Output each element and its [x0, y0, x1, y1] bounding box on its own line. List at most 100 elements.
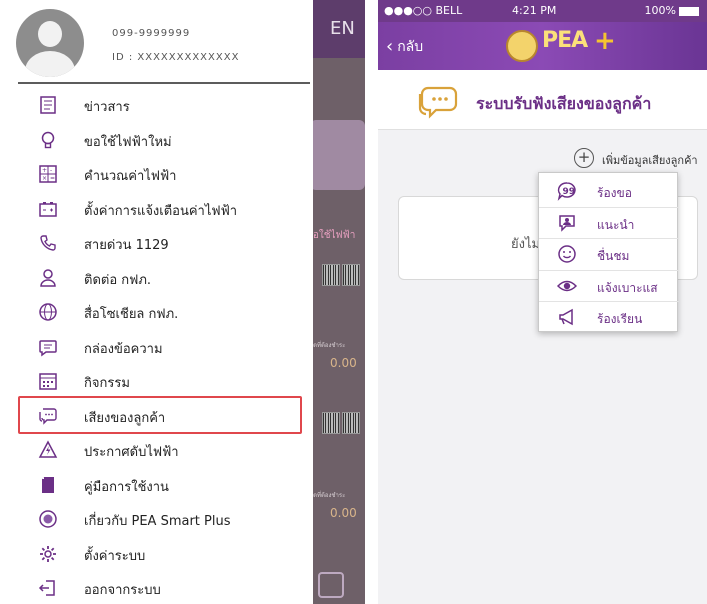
popup-menu-label: แนะนำ — [597, 217, 635, 232]
drawer-menu-label: ประกาศดับไฟฟ้า — [84, 445, 179, 460]
drawer-menu-label: คู่มือการใช้งาน — [84, 479, 169, 495]
plus-circle-icon: + — [574, 148, 594, 168]
drawer-menu-item[interactable]: ประกาศดับไฟฟ้า — [0, 433, 313, 467]
page-title: ระบบรับฟังเสียงของลูกค้า — [476, 94, 652, 113]
barcode-icon — [342, 412, 360, 434]
amount-value: 0.00 — [330, 506, 357, 520]
carrier-text: ●●●○○ BELL — [384, 4, 463, 17]
drawer-menu-label: ตั้งค่าการแจ้งเตือนค่าไฟฟ้า — [84, 203, 238, 219]
manual-icon — [42, 476, 54, 493]
side-drawer: 099-9999999 ID : XXXXXXXXXXXXX ข่าวสารขอ… — [0, 0, 313, 604]
popup-menu-label: ชื่นชม — [597, 249, 630, 263]
barcode-icon — [322, 412, 340, 434]
svg-text:+: + — [42, 167, 47, 174]
popup-menu-item[interactable]: 99 ร้องขอ — [539, 175, 679, 207]
globe-icon — [39, 303, 57, 321]
add-label: เพิ่มข้อมูลเสียงลูกค้า — [602, 154, 698, 167]
battery-icon — [679, 6, 699, 16]
eye-icon — [557, 280, 577, 291]
drawer-menu-item[interactable]: สายด่วน 1129 — [0, 226, 313, 260]
svg-text:=: = — [50, 175, 55, 182]
category-popup-menu: 99 ร้องขอแนะนำชื่นชมแจ้งเบาะแสร้องเรียน — [538, 172, 679, 333]
drawer-menu-label: ขอใช้ไฟฟ้าใหม่ — [84, 134, 172, 150]
quote-bubble-icon: 99 — [557, 182, 576, 201]
settings-gear-icon — [40, 545, 56, 562]
lightbulb-icon — [41, 131, 55, 148]
popup-menu-item[interactable]: ชื่นชม — [539, 238, 679, 270]
divider — [18, 82, 310, 84]
drawer-menu-label: ติดต่อ กฟภ. — [84, 272, 152, 288]
highlight-box — [18, 396, 302, 434]
drawer-menu-item[interactable]: ตั้งค่าการแจ้งเตือนค่าไฟฟ้า — [0, 192, 313, 226]
drawer-menu-label: กิจกรรม — [84, 376, 130, 391]
drawer-menu-label: ออกจากระบบ — [84, 583, 161, 598]
chat-bubble-icon — [418, 86, 458, 119]
status-bar: ●●●○○ BELL 4:21 PM 100% — [378, 0, 707, 22]
svg-text:×: × — [42, 175, 47, 182]
drawer-menu-item[interactable]: ขอใช้ไฟฟ้าใหม่ — [0, 123, 313, 157]
drawer-menu-item[interactable]: กิจกรรม — [0, 364, 313, 398]
barcode-icon — [322, 264, 340, 286]
popup-menu-label: ร้องขอ — [597, 186, 632, 200]
popup-menu-item[interactable]: แจ้งเบาะแส — [539, 270, 679, 302]
svg-text:-: - — [50, 167, 52, 174]
profile-id: ID : XXXXXXXXXXXXX — [112, 52, 240, 63]
drawer-menu-label: สายด่วน 1129 — [84, 238, 169, 253]
avatar — [16, 9, 84, 77]
drawer-menu-label: เกี่ยวกับ PEA Smart Plus — [84, 514, 231, 529]
pea-logo: PEA + — [506, 26, 626, 66]
pea-seal-icon — [506, 30, 538, 62]
drawer-menu-item[interactable]: ออกจากระบบ — [0, 571, 313, 604]
logo-text: PEA — [542, 28, 588, 53]
drawer-menu-item[interactable]: ติดต่อ กฟภ. — [0, 261, 313, 295]
navbar: ‹ กลับ PEA + — [378, 22, 707, 70]
message-icon — [39, 339, 57, 356]
background-tag: ขอใช้ไฟฟ้า — [306, 230, 356, 241]
left-screen: EN ขอใช้ไฟฟ้า ยอดที่ต้องชำระ 0.00 ยอดที่… — [0, 0, 365, 604]
drawer-menu-label: กล่องข้อความ — [84, 341, 163, 357]
calculator-icon: + -× = — [39, 165, 57, 183]
battery-text: 100% — [644, 4, 676, 17]
drawer-menu-item[interactable]: ข่าวสาร — [0, 88, 313, 122]
clock-text: 4:21 PM — [512, 4, 557, 17]
warning-lightning-icon — [38, 440, 58, 458]
megaphone-icon — [559, 308, 573, 326]
contact-person-icon — [40, 268, 56, 287]
background-banner-image — [310, 120, 365, 190]
home-icon[interactable] — [318, 572, 344, 598]
plus-icon: + — [594, 26, 616, 56]
drawer-menu-item[interactable]: คู่มือการใช้งาน — [0, 468, 313, 502]
drawer-menu-label: คำนวณค่าไฟฟ้า — [84, 169, 177, 184]
right-screen: ●●●○○ BELL 4:21 PM 100% ‹ กลับ PEA + ระบบ… — [378, 0, 707, 604]
popup-menu-item[interactable]: แนะนำ — [539, 207, 679, 239]
back-button[interactable]: ‹ กลับ — [386, 36, 423, 58]
smiley-icon — [558, 245, 576, 263]
battery-alert-icon — [39, 201, 57, 217]
amount-value: 0.00 — [330, 356, 357, 370]
phone-icon — [40, 235, 56, 251]
popup-menu-item[interactable]: ร้องเรียน — [539, 301, 679, 333]
battery-indicator: 100% — [645, 4, 699, 17]
svg-text:99: 99 — [563, 187, 576, 197]
drawer-menu-item[interactable]: สื่อโซเชียล กฟภ. — [0, 295, 313, 329]
page-header: ระบบรับฟังเสียงของลูกค้า — [378, 70, 707, 130]
pea-logo-icon — [39, 510, 57, 528]
barcode-icon — [342, 264, 360, 286]
language-button[interactable]: EN — [330, 18, 355, 39]
news-icon — [40, 96, 56, 114]
drawer-menu-label: ข่าวสาร — [84, 100, 130, 115]
drawer-menu-label: สื่อโซเชียล กฟภ. — [84, 307, 179, 322]
drawer-menu-item[interactable]: ตั้งค่าระบบ — [0, 537, 313, 571]
back-label: กลับ — [397, 39, 424, 55]
profile-phone: 099-9999999 — [112, 28, 191, 39]
drawer-menu-item[interactable]: + - × = คำนวณค่าไฟฟ้า — [0, 157, 313, 191]
calendar-icon — [39, 373, 57, 390]
suggest-bubble-icon — [559, 214, 575, 232]
drawer-menu-item[interactable]: เกี่ยวกับ PEA Smart Plus — [0, 502, 313, 536]
profile-header[interactable]: 099-9999999 ID : XXXXXXXXXXXXX — [0, 0, 313, 82]
logout-icon — [38, 580, 55, 596]
drawer-menu-item[interactable]: กล่องข้อความ — [0, 330, 313, 364]
popup-menu-label: ร้องเรียน — [597, 312, 643, 326]
drawer-menu-label: ตั้งค่าระบบ — [84, 548, 146, 564]
popup-menu-label: แจ้งเบาะแส — [597, 280, 658, 295]
